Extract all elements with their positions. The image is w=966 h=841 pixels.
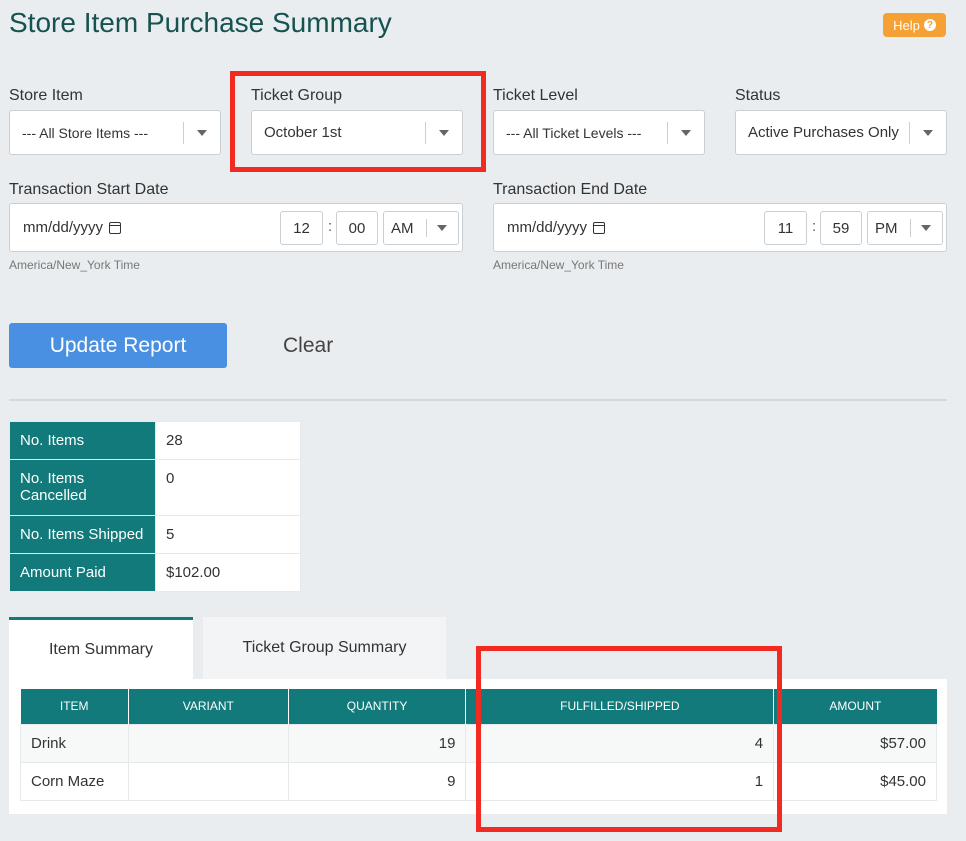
ticket-level-label: Ticket Level (493, 87, 578, 104)
divider (9, 399, 947, 401)
status-select[interactable]: Active Purchases Only (735, 110, 947, 155)
end-ampm-select[interactable]: PM (867, 211, 943, 245)
stat-label: Amount Paid (9, 553, 156, 592)
cell-item: Corn Maze (20, 761, 129, 801)
cell-amount: $57.00 (773, 723, 937, 763)
stat-value: 5 (155, 515, 301, 554)
end-date-placeholder: mm/dd/yyyy (507, 219, 588, 236)
chevron-down-icon (184, 129, 220, 136)
stat-row: No. Items Shipped 5 (9, 515, 301, 554)
stat-row: No. Items 28 (9, 421, 301, 460)
page-title: Store Item Purchase Summary (9, 7, 392, 38)
ticket-level-value: --- All Ticket Levels --- (506, 124, 642, 141)
start-ampm-select[interactable]: AM (383, 211, 459, 245)
calendar-icon[interactable] (593, 221, 606, 234)
status-label: Status (735, 87, 781, 104)
stat-label: No. Items (9, 421, 156, 460)
ticket-group-highlight-box (230, 71, 486, 172)
question-circle-icon: ? (923, 19, 936, 31)
start-datetime: mm/dd/yyyy 12 : 00 AM (9, 203, 463, 252)
cell-item: Drink (20, 723, 129, 763)
stat-value: $102.00 (155, 553, 301, 592)
stat-row: Amount Paid $102.00 (9, 553, 301, 592)
cell-amount: $45.00 (773, 761, 937, 801)
tab-ticket-group-summary[interactable]: Ticket Group Summary (203, 617, 446, 679)
start-date-label: Transaction Start Date (9, 181, 169, 198)
chevron-down-icon (910, 129, 946, 136)
column-header-amount[interactable]: AMOUNT (773, 689, 937, 724)
help-label: Help (893, 17, 920, 33)
chevron-down-icon (668, 129, 704, 136)
start-date-placeholder: mm/dd/yyyy (23, 219, 104, 236)
end-ampm-value: PM (875, 219, 898, 237)
fulfilled-column-highlight-box (476, 646, 782, 832)
end-minute-input[interactable]: 59 (820, 211, 862, 245)
stat-value: 0 (155, 459, 301, 516)
stat-label: No. Items Shipped (9, 515, 156, 554)
store-item-value: --- All Store Items --- (22, 124, 149, 141)
end-timezone: America/New_York Time (493, 258, 624, 272)
store-item-label: Store Item (9, 87, 83, 104)
column-header-item[interactable]: ITEM (20, 689, 129, 724)
clear-button[interactable]: Clear (283, 334, 333, 358)
help-button[interactable]: Help ? (883, 13, 946, 37)
start-ampm-value: AM (391, 219, 414, 237)
chevron-down-icon (911, 225, 941, 231)
start-hour-input[interactable]: 12 (280, 211, 323, 245)
end-date-input[interactable]: mm/dd/yyyy (507, 219, 606, 236)
tab-item-summary[interactable]: Item Summary (9, 617, 193, 679)
cell-variant (127, 761, 289, 801)
column-header-quantity[interactable]: QUANTITY (288, 689, 467, 724)
calendar-icon[interactable] (109, 221, 122, 234)
summary-stats-table: No. Items 28 No. Items Cancelled 0 No. I… (9, 421, 301, 592)
ticket-level-select[interactable]: --- All Ticket Levels --- (493, 110, 705, 155)
end-hour-input[interactable]: 11 (764, 211, 807, 245)
end-date-label: Transaction End Date (493, 181, 648, 198)
cell-quantity: 9 (287, 761, 467, 801)
status-value: Active Purchases Only (748, 124, 899, 141)
column-header-variant[interactable]: VARIANT (128, 689, 289, 724)
stat-label: No. Items Cancelled (9, 459, 156, 516)
stat-row: No. Items Cancelled 0 (9, 459, 301, 516)
start-minute-input[interactable]: 00 (336, 211, 378, 245)
start-timezone: America/New_York Time (9, 258, 140, 272)
start-date-input[interactable]: mm/dd/yyyy (23, 219, 122, 236)
store-item-select[interactable]: --- All Store Items --- (9, 110, 221, 155)
end-datetime: mm/dd/yyyy 11 : 59 PM (493, 203, 947, 252)
cell-variant (127, 723, 289, 763)
cell-quantity: 19 (287, 723, 467, 763)
chevron-down-icon (427, 225, 457, 231)
update-report-button[interactable]: Update Report (9, 323, 227, 368)
stat-value: 28 (155, 421, 301, 460)
